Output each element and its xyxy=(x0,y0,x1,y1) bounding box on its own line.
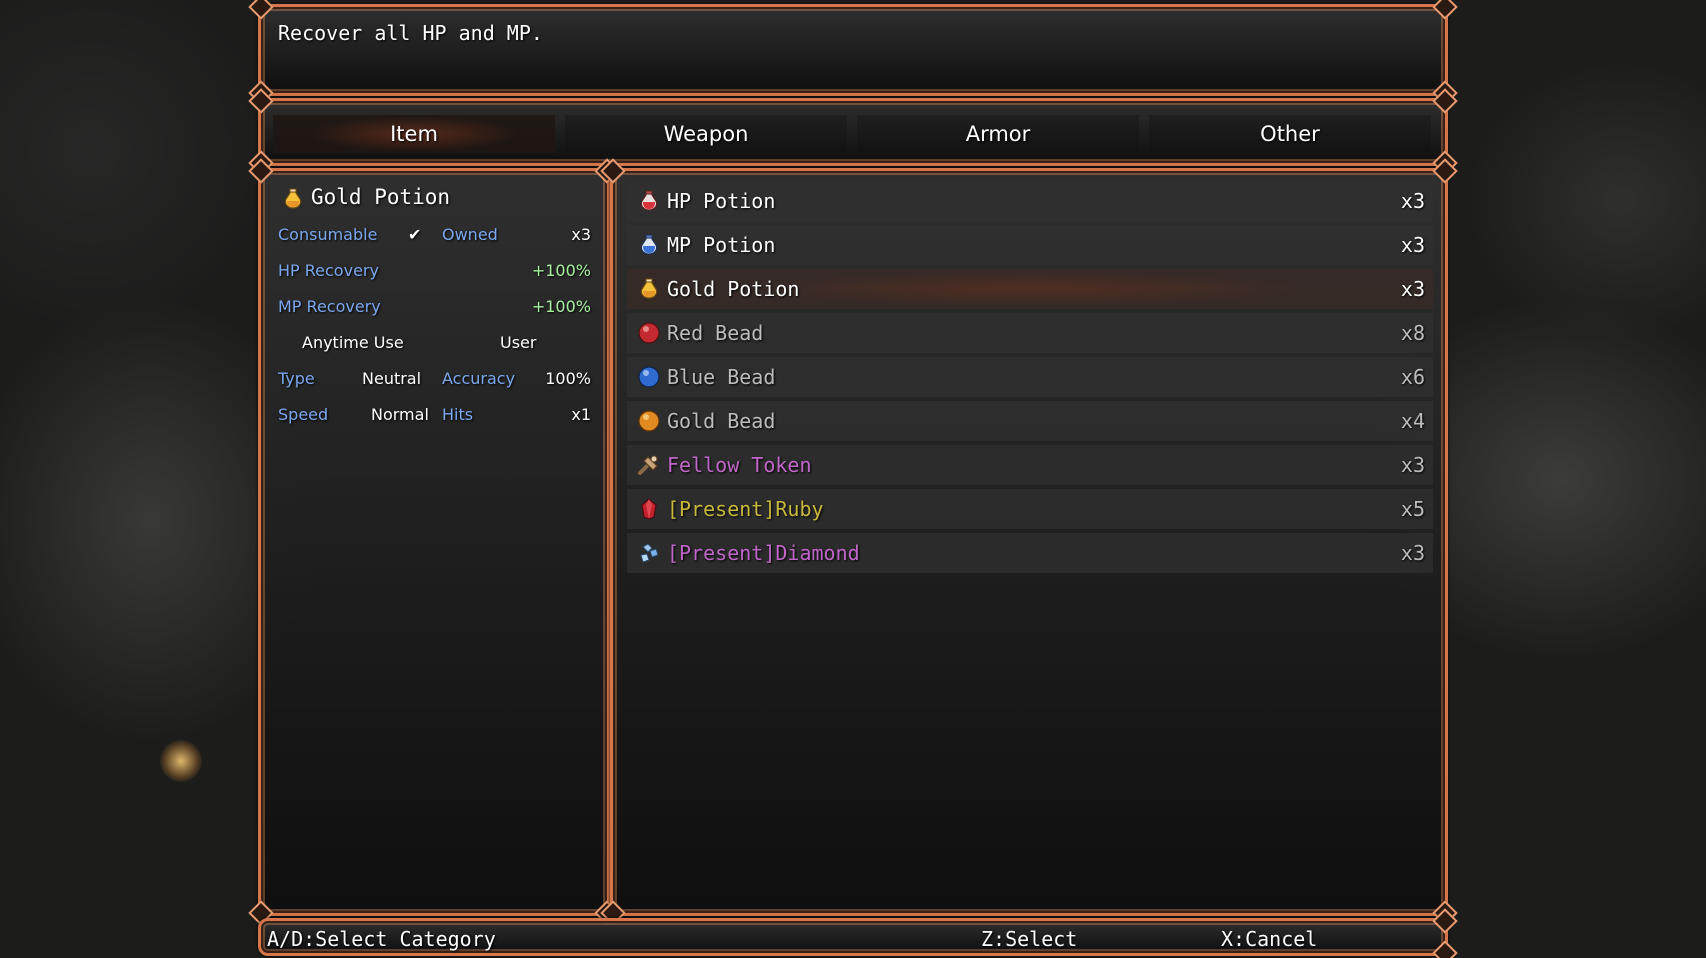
owned-value: x3 xyxy=(571,225,591,244)
item-name: Fellow Token xyxy=(667,453,812,477)
item-name: HP Potion xyxy=(667,189,776,213)
token-icon xyxy=(637,453,661,477)
item-name: Blue Bead xyxy=(667,365,776,389)
item-count: x4 xyxy=(1400,409,1425,433)
type-label: Type xyxy=(278,369,315,388)
type-value: Neutral xyxy=(362,369,422,388)
list-item-fellow-token[interactable]: Fellow Token x3 xyxy=(627,445,1433,485)
item-name: MP Potion xyxy=(667,233,776,257)
tab-weapon[interactable]: Weapon xyxy=(565,115,847,153)
list-item-hp-potion[interactable]: HP Potion x3 xyxy=(627,181,1433,221)
category-window: Item Weapon Armor Other xyxy=(248,88,1458,176)
owned-label: Owned xyxy=(442,225,498,244)
control-hint-select: Z:Select xyxy=(981,927,1078,951)
status-row-mp: MP Recovery +100% xyxy=(278,295,591,319)
speed-label: Speed xyxy=(278,405,329,424)
list-item-mp-potion[interactable]: MP Potion x3 xyxy=(627,225,1433,265)
hp-recovery-label: HP Recovery xyxy=(278,261,379,280)
occasion-value: Anytime Use xyxy=(302,333,404,352)
consumable-label: Consumable xyxy=(278,225,378,244)
item-count: x3 xyxy=(1400,541,1425,565)
game-screen: Recover all HP and MP. Item Weapon Armor… xyxy=(0,0,1706,958)
status-row-occasion: Anytime Use User xyxy=(278,331,591,355)
item-name: [Present]Ruby xyxy=(667,497,824,521)
ruby-icon xyxy=(637,497,661,521)
item-count: x5 xyxy=(1400,497,1425,521)
list-item-gold-bead[interactable]: Gold Bead x4 xyxy=(627,401,1433,441)
list-item-gold-potion[interactable]: Gold Potion x3 xyxy=(627,269,1433,309)
status-item-name: Gold Potion xyxy=(281,185,450,209)
hits-value: x1 xyxy=(571,405,591,424)
help-window: Recover all HP and MP. xyxy=(248,0,1458,106)
item-count: x8 xyxy=(1400,321,1425,345)
item-count: x3 xyxy=(1400,189,1425,213)
consumable-check-icon: ✔ xyxy=(408,225,422,244)
list-item-present-diamond[interactable]: [Present]Diamond x3 xyxy=(627,533,1433,573)
control-hint-cancel: X:Cancel xyxy=(1221,927,1318,951)
mp-recovery-label: MP Recovery xyxy=(278,297,381,316)
diamond-icon xyxy=(637,541,661,565)
item-status-window: Gold Potion Consumable ✔ Owned x3 HP Rec… xyxy=(248,158,620,926)
gold-potion-icon xyxy=(637,277,661,301)
list-item-present-ruby[interactable]: [Present]Ruby x5 xyxy=(627,489,1433,529)
tab-armor[interactable]: Armor xyxy=(857,115,1139,153)
hp-recovery-value: +100% xyxy=(531,261,591,280)
accuracy-value: 100% xyxy=(545,369,591,388)
list-item-blue-bead[interactable]: Blue Bead x6 xyxy=(627,357,1433,397)
gold-bead-icon xyxy=(637,409,661,433)
gold-potion-icon xyxy=(281,187,305,211)
item-name: [Present]Diamond xyxy=(667,541,860,565)
item-count: x3 xyxy=(1400,277,1425,301)
accuracy-label: Accuracy xyxy=(442,369,516,388)
speed-value: Normal xyxy=(371,405,429,424)
mp-recovery-value: +100% xyxy=(531,297,591,316)
item-count: x6 xyxy=(1400,365,1425,389)
red-bead-icon xyxy=(637,321,661,345)
hits-label: Hits xyxy=(442,405,474,424)
item-name: Gold Bead xyxy=(667,409,776,433)
controls-bar: A/D:Select Category Z:Select X:Cancel xyxy=(258,908,1458,958)
scope-value: User xyxy=(500,333,537,352)
help-text: Recover all HP and MP. xyxy=(278,21,543,45)
control-hint-category: A/D:Select Category xyxy=(267,927,496,951)
background-lantern xyxy=(160,740,202,782)
red-potion-icon xyxy=(637,189,661,213)
blue-bead-icon xyxy=(637,365,661,389)
status-row-hp: HP Recovery +100% xyxy=(278,259,591,283)
item-name: Red Bead xyxy=(667,321,764,345)
status-row-consumable: Consumable ✔ Owned x3 xyxy=(278,223,591,247)
item-count: x3 xyxy=(1400,453,1425,477)
status-row-speed: Speed Normal Hits x1 xyxy=(278,403,591,427)
tab-other[interactable]: Other xyxy=(1149,115,1431,153)
item-list-window: HP Potion x3 MP Potion x3 Gold Potion x3… xyxy=(600,158,1458,926)
item-name: Gold Potion xyxy=(667,277,800,301)
tab-item[interactable]: Item xyxy=(273,115,555,153)
list-item-red-bead[interactable]: Red Bead x8 xyxy=(627,313,1433,353)
blue-potion-icon xyxy=(637,233,661,257)
status-row-type: Type Neutral Accuracy 100% xyxy=(278,367,591,391)
item-count: x3 xyxy=(1400,233,1425,257)
